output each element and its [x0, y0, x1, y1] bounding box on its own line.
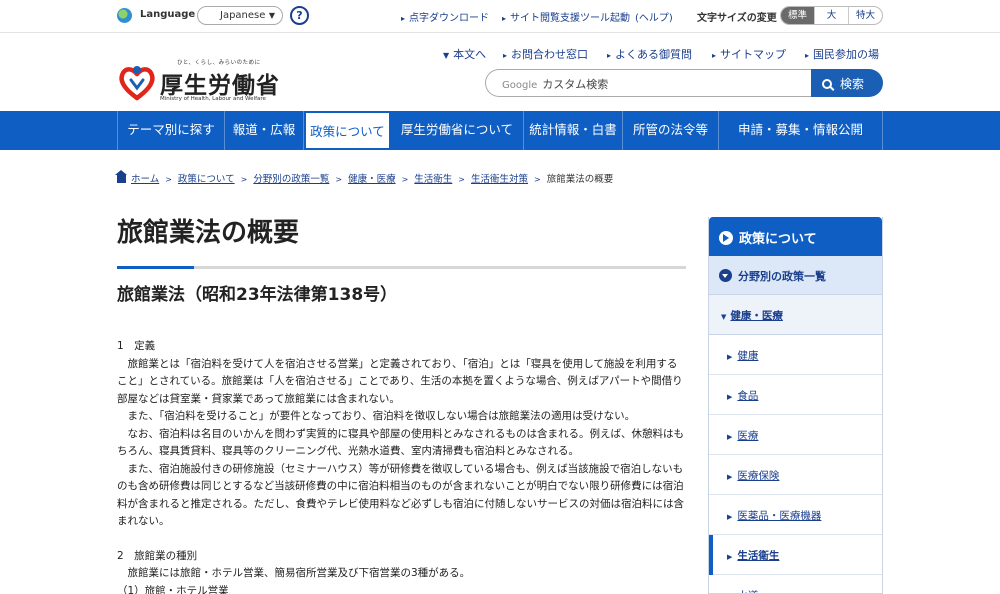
font-size-standard-button[interactable]: 標準 [781, 7, 814, 24]
global-nav: テーマ別に探す 報道・広報 政策について 厚生労働省について 統計情報・白書 所… [0, 111, 1000, 150]
nav-statistics[interactable]: 統計情報・白書 [524, 111, 623, 150]
caret-right-icon: ▶ [727, 513, 733, 521]
arrow-circle-right-icon [719, 231, 733, 245]
sidebar-policy-list[interactable]: 分野別の政策一覧 [709, 256, 882, 295]
public-participation-link[interactable]: ▸ 国民参加の場 [805, 46, 879, 62]
sitemap-link[interactable]: ▸ サイトマップ [712, 46, 786, 62]
paragraph: 旅館業には旅館・ホテル営業、簡易宿所営業及び下宿営業の3種がある。 [117, 567, 471, 579]
accessibility-tool-link[interactable]: ▸ サイト閲覧支援ツール起動 [502, 9, 630, 24]
google-label: Google [502, 80, 538, 91]
font-size-large-button[interactable]: 大 [814, 7, 848, 24]
skip-to-content-link[interactable]: ▼ 本文へ [443, 46, 486, 62]
help-icon[interactable]: ? [290, 6, 309, 25]
search-placeholder: カスタム検索 [542, 78, 609, 91]
nav-press[interactable]: 報道・広報 [225, 111, 304, 150]
utility-bar: Language Japanese ▼ ? ▸ 点字ダウンロード ▸ サイト閲覧支援… [0, 0, 1000, 33]
page-title: 旅館業法の概要 [117, 218, 300, 248]
chevron-right-icon: > [335, 175, 343, 184]
nav-laws[interactable]: 所管の法令等 [623, 111, 719, 150]
caret-right-icon: ▶ [727, 553, 733, 561]
paragraph: また、宿泊施設付きの研修施設（セミナーハウス）等が研修費を徴収している場合も、例… [117, 462, 684, 528]
breadcrumb: ホーム > 政策について > 分野別の政策一覧 > 健康・医療 > 生活衛生 > 生活衛生対策 > 旅館… [115, 170, 614, 185]
arrow-right-icon: ▸ [712, 51, 717, 60]
breadcrumb-home[interactable]: ホーム [131, 174, 159, 185]
font-size-switcher: 標準 大 特大 [780, 6, 883, 25]
breadcrumb-health[interactable]: 健康・医療 [348, 174, 396, 185]
section-heading: 2 旅館業の種別 [117, 549, 198, 562]
sidebar-heading[interactable]: 政策について [709, 217, 882, 256]
arrow-right-icon: ▸ [502, 14, 507, 23]
arrow-right-icon: ▸ [401, 14, 406, 23]
article-body: 1 定義 旅館業とは「宿泊料を受けて人を宿泊させる営業」と定義されており、「宿泊… [117, 338, 686, 594]
home-icon [115, 170, 127, 183]
section-heading: 1 定義 [117, 340, 156, 352]
chevron-right-icon: > [534, 175, 541, 184]
nav-applications[interactable]: 申請・募集・情報公開 [719, 111, 883, 150]
accessibility-help-link[interactable]: (ヘルプ) [635, 9, 673, 24]
braille-download-link[interactable]: ▸ 点字ダウンロード [401, 9, 489, 24]
arrow-right-icon: ▸ [503, 51, 508, 60]
caret-right-icon: ▶ [727, 393, 733, 401]
font-size-xlarge-button[interactable]: 特大 [848, 7, 882, 24]
breadcrumb-policy[interactable]: 政策について [178, 174, 235, 185]
search-button[interactable]: 検索 [811, 69, 883, 97]
chevron-right-icon: > [165, 175, 172, 184]
breadcrumb-current: 旅館業法の概要 [546, 174, 614, 185]
contact-link[interactable]: ▸ お問合わせ窓口 [503, 46, 588, 62]
breadcrumb-sanitation[interactable]: 生活衛生 [414, 174, 452, 185]
paragraph: また、「宿泊料を受けること」が要件となっており、宿泊料を徴収しない場合は旅館業法… [117, 410, 636, 422]
chevron-right-icon: > [240, 175, 248, 184]
breadcrumb-policy-list[interactable]: 分野別の政策一覧 [253, 174, 329, 185]
caret-right-icon: ▶ [727, 433, 733, 441]
breadcrumb-sanitation-measures[interactable]: 生活衛生対策 [471, 174, 528, 185]
title-divider [117, 266, 686, 269]
language-label: Language [140, 9, 196, 20]
sidebar-item-medical[interactable]: ▶ 医療 [709, 415, 882, 455]
org-name-en: Ministry of Health, Labour and Welfare [160, 96, 266, 102]
caret-right-icon: ▶ [727, 473, 733, 481]
org-name[interactable]: 厚生労働省 [160, 66, 280, 100]
paragraph: なお、宿泊料は名目のいかんを問わず実質的に寝具や部屋の使用料とみなされるものは含… [117, 427, 684, 458]
search-input[interactable]: Google カスタム検索 [485, 69, 815, 97]
nav-theme[interactable]: テーマ別に探す [118, 111, 225, 150]
sidebar-item-pharma[interactable]: ▶ 医薬品・医療機器 [709, 495, 882, 535]
sidebar-item-insurance[interactable]: ▶ 医療保険 [709, 455, 882, 495]
nav-about[interactable]: 厚生労働省について [391, 111, 524, 150]
sidebar-item-water[interactable]: ▶水道 [709, 575, 882, 593]
sidebar: 政策について 分野別の政策一覧 ▼ 健康・医療 ▶ 健康 ▶ 食品 ▶ 医療 ▶ 医療保険… [708, 217, 883, 594]
sidebar-item-sanitation[interactable]: ▶ 生活衛生 [709, 535, 882, 575]
language-select[interactable]: Japanese ▼ [197, 6, 283, 25]
law-title: 旅館業法（昭和23年法律第138号） [117, 285, 398, 305]
sidebar-item-food[interactable]: ▶ 食品 [709, 375, 882, 415]
search-icon [822, 79, 832, 89]
chevron-right-icon: > [401, 175, 409, 184]
arrow-right-icon: ▸ [607, 51, 612, 60]
caret-down-icon: ▼ [721, 313, 727, 321]
sub-heading: （1）旅館・ホテル営業 [117, 584, 229, 594]
faq-link[interactable]: ▸ よくある御質問 [607, 46, 692, 62]
nav-policy[interactable]: 政策について [304, 111, 391, 150]
logo-tagline: ひと、くらし、みらいのために [177, 60, 261, 66]
arrow-circle-down-icon [719, 269, 732, 282]
mhlw-logo-icon[interactable] [117, 62, 157, 102]
language-value: Japanese [220, 10, 266, 21]
paragraph: 旅館業とは「宿泊料を受けて人を宿泊させる営業」と定義されており、「宿泊」とは「寝… [117, 357, 683, 405]
globe-icon [117, 8, 132, 23]
arrow-right-icon: ▸ [805, 51, 810, 60]
chevron-down-icon: ▼ [268, 11, 275, 20]
sidebar-category-health[interactable]: ▼ 健康・医療 [709, 295, 882, 335]
sidebar-item-health[interactable]: ▶ 健康 [709, 335, 882, 375]
arrow-down-icon: ▼ [443, 51, 450, 60]
font-size-label: 文字サイズの変更 [697, 13, 777, 24]
caret-right-icon: ▶ [727, 353, 733, 361]
chevron-right-icon: > [458, 175, 465, 184]
